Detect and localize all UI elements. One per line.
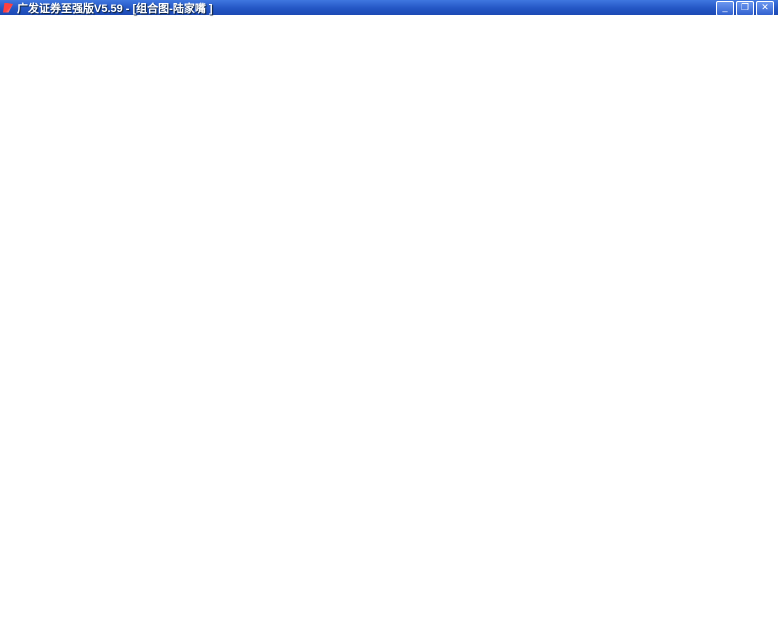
minimize-button[interactable]: _ <box>716 1 734 16</box>
title-bar[interactable]: 广发证券至强版V5.59 - [组合图-陆家嘴 ] _ ❐ ✕ <box>0 0 778 16</box>
app-window: 陆家嘴 分时 均线 成交量 09 年 1 月 12 日 在这一招上我们可以看看近… <box>0 0 778 624</box>
close-button[interactable]: ✕ <box>756 1 774 16</box>
restore-button[interactable]: ❐ <box>736 1 754 16</box>
intraday-chart[interactable] <box>0 0 645 617</box>
app-logo-icon <box>3 2 13 13</box>
window-title: 广发证券至强版V5.59 - [组合图-陆家嘴 ] <box>17 2 213 15</box>
